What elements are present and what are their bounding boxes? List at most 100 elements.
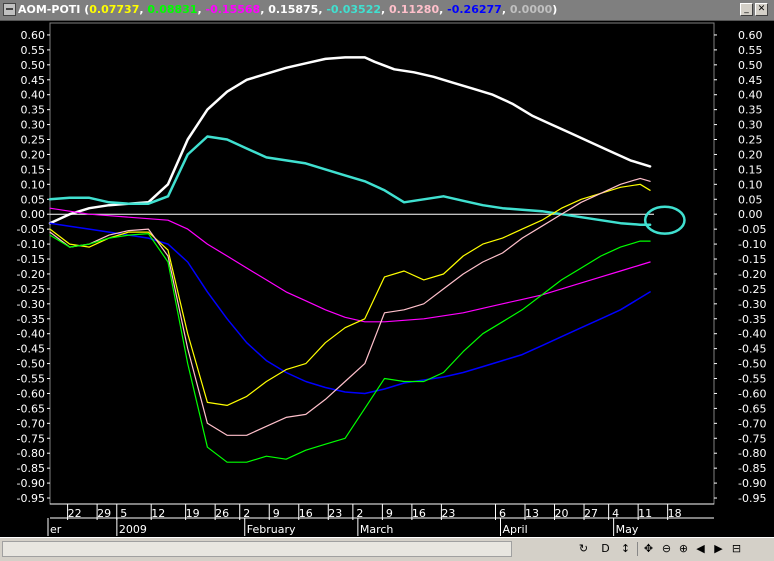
y-tick-label-left: -0.70: [17, 417, 45, 430]
x-day-label: 19: [186, 507, 200, 520]
x-month-label: 2009: [119, 523, 147, 536]
value-separator: ,: [439, 3, 448, 16]
refresh-icon[interactable]: ↻: [576, 541, 591, 557]
plot-background: [0, 21, 774, 537]
window-menu-icon[interactable]: [3, 3, 16, 16]
y-tick-label-left: 0.25: [21, 134, 46, 147]
y-tick-label-left: -0.90: [17, 477, 45, 490]
data-window-icon[interactable]: D: [598, 541, 613, 557]
title-bar[interactable]: AOM-POTI (0.07737, 0.08831, -0.15568, 0.…: [0, 0, 774, 21]
y-tick-label-right: -0.10: [738, 238, 766, 251]
y-tick-label-left: 0.00: [21, 208, 46, 221]
x-day-label: 12: [151, 507, 165, 520]
y-tick-label-right: -0.60: [738, 387, 766, 400]
y-tick-label-left: -0.50: [17, 358, 45, 371]
y-tick-label-right: 0.60: [738, 29, 763, 42]
value-separator: ,: [381, 3, 390, 16]
y-tick-label-left: -0.60: [17, 387, 45, 400]
y-tick-label-left: 0.10: [21, 178, 46, 191]
chart-plot[interactable]: 0.60 0.60 0.55 0.55 0.50 0.50 0.45 0.45 0.40 0.40…: [0, 21, 774, 537]
y-tick-label-left: -0.10: [17, 238, 45, 251]
move-icon[interactable]: ✥: [641, 541, 656, 557]
values-close-paren: ): [552, 3, 558, 16]
x-day-label: 29: [97, 507, 111, 520]
x-day-label: 18: [668, 507, 682, 520]
x-day-label: 11: [638, 507, 652, 520]
y-tick-label-right: 0.50: [738, 59, 763, 72]
x-day-label: 26: [215, 507, 229, 520]
x-day-label: 13: [525, 507, 539, 520]
y-tick-label-left: -0.65: [17, 402, 45, 415]
scroll-left-icon[interactable]: ◀: [693, 541, 708, 557]
y-tick-label-left: 0.40: [21, 89, 46, 102]
y-tick-label-left: -0.15: [17, 253, 45, 266]
x-day-label: 9: [273, 507, 280, 520]
toolbar-separator: [637, 542, 638, 556]
y-tick-label-right: -0.25: [738, 283, 766, 296]
y-tick-label-left: -0.20: [17, 268, 45, 281]
y-tick-label-right: 0.55: [738, 44, 763, 57]
y-tick-label-left: -0.80: [17, 447, 45, 460]
y-tick-label-left: 0.50: [21, 59, 46, 72]
close-button[interactable]: ✕: [755, 3, 768, 16]
y-tick-label-right: 0.25: [738, 134, 763, 147]
indicator-value: -0.15568: [205, 3, 261, 16]
y-tick-label-right: -0.15: [738, 253, 766, 266]
y-tick-label-right: -0.80: [738, 447, 766, 460]
vertical-zoom-icon[interactable]: ↕: [618, 541, 633, 557]
chart-window: AOM-POTI (0.07737, 0.08831, -0.15568, 0.…: [0, 0, 774, 561]
title-text: AOM-POTI (0.07737, 0.08831, -0.15568, 0.…: [18, 3, 557, 16]
indicator-value: 0.11280: [389, 3, 440, 16]
value-separator: ,: [197, 3, 206, 16]
y-tick-label-right: 0.20: [738, 148, 763, 161]
chart-menu-icon[interactable]: ⊟: [729, 541, 744, 557]
indicator-value: 0.15875: [268, 3, 319, 16]
y-tick-label-right: -0.40: [738, 328, 766, 341]
y-tick-label-right: 0.10: [738, 178, 763, 191]
y-tick-label-left: 0.45: [21, 74, 46, 87]
y-tick-label-right: 0.15: [738, 163, 763, 176]
y-tick-label-left: -0.05: [17, 223, 45, 236]
y-tick-label-right: 0.45: [738, 74, 763, 87]
y-tick-label-left: -0.75: [17, 432, 45, 445]
y-tick-label-right: -0.75: [738, 432, 766, 445]
x-day-label: 5: [120, 507, 127, 520]
x-day-label: 27: [584, 507, 598, 520]
y-tick-label-right: 0.40: [738, 89, 763, 102]
y-tick-label-right: -0.55: [738, 373, 766, 386]
indicator-value: 0.0000: [509, 3, 553, 16]
y-tick-label-right: -0.30: [738, 298, 766, 311]
y-tick-label-left: 0.55: [21, 44, 46, 57]
zoom-out-icon[interactable]: ⊖: [659, 541, 674, 557]
y-tick-label-left: -0.35: [17, 313, 45, 326]
value-separator: ,: [260, 3, 269, 16]
minimize-button[interactable]: _: [740, 3, 753, 16]
x-day-label: 9: [386, 507, 393, 520]
y-tick-label-left: 0.20: [21, 148, 46, 161]
x-day-label: 22: [68, 507, 82, 520]
y-tick-label-right: -0.50: [738, 358, 766, 371]
x-day-label: 20: [555, 507, 569, 520]
x-month-label: May: [616, 523, 639, 536]
zoom-in-icon[interactable]: ⊕: [676, 541, 691, 557]
x-month-label: er: [50, 523, 62, 536]
x-day-label: 23: [441, 507, 455, 520]
indicator-name: AOM-POTI: [18, 3, 81, 16]
indicator-value: -0.26277: [447, 3, 502, 16]
y-tick-label-right: 0.05: [738, 193, 763, 206]
y-tick-label-left: -0.55: [17, 373, 45, 386]
y-tick-label-right: -0.20: [738, 268, 766, 281]
y-tick-label-right: -0.70: [738, 417, 766, 430]
value-separator: ,: [501, 3, 510, 16]
y-tick-label-left: 0.30: [21, 119, 46, 132]
y-tick-label-right: -0.35: [738, 313, 766, 326]
x-month-label: March: [360, 523, 394, 536]
y-tick-label-right: 0.30: [738, 119, 763, 132]
indicator-value: -0.03522: [326, 3, 381, 16]
scroll-right-icon[interactable]: ▶: [711, 541, 726, 557]
indicator-value: 0.08831: [147, 3, 198, 16]
x-day-label: 23: [328, 507, 342, 520]
horizontal-scrollbar[interactable]: [2, 541, 512, 557]
y-tick-label-left: -0.85: [17, 462, 45, 475]
y-tick-label-right: 0.35: [738, 104, 763, 117]
